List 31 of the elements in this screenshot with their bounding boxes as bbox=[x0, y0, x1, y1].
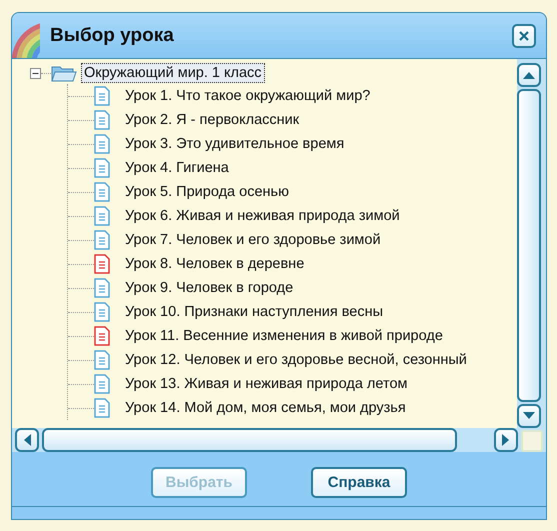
tree-item[interactable]: Урок 9. Человек в городе bbox=[124, 280, 294, 296]
tree-item[interactable]: Урок 5. Природа осенью bbox=[124, 184, 290, 200]
collapse-icon[interactable] bbox=[30, 68, 41, 78]
tree-item[interactable]: Урок 14. Мой дом, моя семья, мои друзья bbox=[124, 400, 407, 416]
tree-item[interactable]: Урок 1. Что такое окружающий мир? bbox=[124, 88, 372, 104]
tree-item[interactable]: Урок 10. Признаки наступления весны bbox=[124, 304, 384, 320]
scrollbar-thumb[interactable] bbox=[517, 89, 541, 402]
right-arrow-icon bbox=[502, 434, 510, 446]
scrollbar-thumb[interactable] bbox=[42, 428, 458, 452]
tree-item[interactable]: Урок 13. Живая и неживая природа летом bbox=[124, 376, 408, 392]
tree-item[interactable]: Окружающий мир. 1 класс bbox=[81, 63, 265, 83]
close-button[interactable] bbox=[512, 24, 536, 48]
close-icon bbox=[518, 30, 530, 42]
tree-item[interactable]: Урок 7. Человек и его здоровье зимой bbox=[124, 232, 382, 248]
tree-item[interactable]: Урок 12. Человек и его здоровье весной, сезонный bbox=[124, 352, 468, 368]
tree-item[interactable]: Урок 3. Это удивительное время bbox=[124, 136, 346, 152]
left-arrow-icon bbox=[23, 434, 31, 446]
scrollbar-corner bbox=[521, 430, 543, 452]
dialog-button[interactable]: Справка bbox=[311, 467, 407, 498]
up-arrow-icon bbox=[523, 71, 535, 79]
tree-item[interactable]: Урок 4. Гигиена bbox=[124, 160, 230, 176]
scroll-left-button[interactable] bbox=[15, 428, 39, 452]
window-title: Выбор урока bbox=[50, 24, 175, 46]
tree-item[interactable]: Урок 6. Живая и неживая природа зимой bbox=[124, 208, 401, 224]
tree-item[interactable]: Урок 11. Весенние изменения в живой природе bbox=[124, 328, 444, 344]
tree-item[interactable]: Урок 8. Человек в деревне bbox=[124, 256, 306, 272]
scroll-right-button[interactable] bbox=[494, 428, 518, 452]
scroll-up-button[interactable] bbox=[517, 63, 541, 87]
tree-item[interactable]: Урок 2. Я - первоклассник bbox=[124, 112, 300, 128]
down-arrow-icon bbox=[523, 412, 535, 420]
scroll-down-button[interactable] bbox=[517, 404, 541, 428]
